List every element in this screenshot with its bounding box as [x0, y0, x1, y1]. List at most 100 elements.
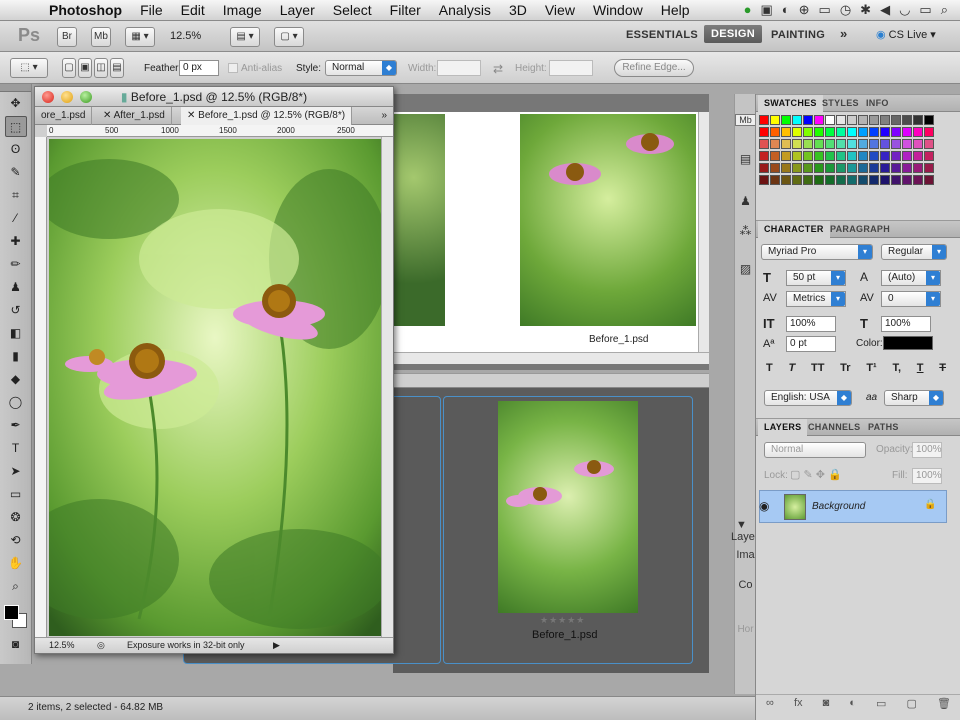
screen-mode-button[interactable]: ▢ ▾: [274, 27, 304, 47]
swatch[interactable]: [902, 151, 912, 161]
zoom-level[interactable]: 12.5%: [170, 30, 201, 42]
swatch[interactable]: [891, 175, 901, 185]
swatch[interactable]: [759, 163, 769, 173]
swatch[interactable]: [847, 151, 857, 161]
history-brush-icon[interactable]: ↺: [5, 300, 27, 321]
tab-overflow-button[interactable]: »: [375, 107, 393, 125]
swatch[interactable]: [869, 151, 879, 161]
rating-stars[interactable]: ★★★★★: [540, 615, 585, 626]
add-selection-button[interactable]: ▣: [78, 58, 92, 78]
swatch[interactable]: [880, 163, 890, 173]
subscript-button[interactable]: T,: [892, 362, 901, 378]
evernote-icon[interactable]: ●: [744, 2, 752, 18]
layer-visibility-eye-icon[interactable]: ◉: [759, 499, 769, 513]
swatch[interactable]: [825, 163, 835, 173]
layer-name[interactable]: Background: [812, 501, 865, 512]
swatch[interactable]: [858, 175, 868, 185]
tab-character[interactable]: CHARACTER: [758, 221, 830, 238]
antialias-method-select[interactable]: Sharp ◆: [884, 390, 944, 406]
font-family-select[interactable]: Myriad Pro ▾: [761, 244, 873, 260]
swatch[interactable]: [825, 175, 835, 185]
swatch[interactable]: [880, 151, 890, 161]
status-zoom[interactable]: 12.5%: [49, 638, 75, 653]
history-panel-icon[interactable]: ▤: [735, 152, 756, 166]
tab-close-icon[interactable]: ✕: [187, 110, 198, 121]
minimize-window-button[interactable]: [61, 91, 73, 103]
3d-rotate-icon[interactable]: ❂: [5, 507, 27, 528]
swatch[interactable]: [836, 127, 846, 137]
menu-window[interactable]: Window: [584, 2, 652, 18]
tool-preset-picker[interactable]: ⬚ ▾: [10, 58, 48, 78]
bridge-button[interactable]: Br: [57, 27, 77, 47]
swatch[interactable]: [891, 115, 901, 125]
adjustment-layer-icon[interactable]: ◐: [849, 697, 856, 712]
swatch[interactable]: [803, 175, 813, 185]
vertical-ruler[interactable]: [35, 137, 47, 637]
arrange-documents-button[interactable]: ▤ ▾: [230, 27, 260, 47]
swatch[interactable]: [869, 175, 879, 185]
status-menu-arrow-icon[interactable]: ▶: [273, 638, 280, 653]
view-extras-button[interactable]: ▦ ▾: [125, 27, 155, 47]
swatch[interactable]: [913, 163, 923, 173]
swatch[interactable]: [781, 151, 791, 161]
rectangular-marquee-icon[interactable]: ⬚: [4, 116, 27, 137]
menu-image[interactable]: Image: [214, 2, 271, 18]
small-caps-button[interactable]: Tr: [840, 362, 850, 378]
tab-layers[interactable]: LAYERS: [758, 419, 808, 436]
brush-panel-icon[interactable]: ⁂: [735, 224, 756, 238]
swatch[interactable]: [781, 115, 791, 125]
swatch[interactable]: [836, 139, 846, 149]
swatch[interactable]: [880, 175, 890, 185]
move-tool-icon[interactable]: ✥: [5, 93, 27, 114]
zoom-icon[interactable]: ⌕: [5, 576, 27, 597]
swatch[interactable]: [924, 175, 934, 185]
swatch[interactable]: [891, 163, 901, 173]
swatch[interactable]: [869, 139, 879, 149]
swatch[interactable]: [814, 175, 824, 185]
spot-healing-icon[interactable]: ✚: [5, 231, 27, 252]
swatch[interactable]: [825, 127, 835, 137]
clone-source-panel-icon[interactable]: ♟: [735, 194, 756, 208]
crop-icon[interactable]: ⌗: [5, 185, 27, 206]
swatch[interactable]: [770, 115, 780, 125]
zoom-window-button[interactable]: [80, 91, 92, 103]
volume-icon[interactable]: ◀: [880, 2, 890, 18]
more-workspaces-button[interactable]: »: [840, 26, 848, 41]
document-title-bar[interactable]: ▮ Before_1.psd @ 12.5% (RGB/8*): [35, 87, 393, 107]
menu-analysis[interactable]: Analysis: [430, 2, 500, 18]
menu-layer[interactable]: Layer: [271, 2, 324, 18]
swatch[interactable]: [814, 151, 824, 161]
faux-bold-button[interactable]: T: [766, 362, 773, 378]
style-select[interactable]: Normal ◆: [325, 60, 397, 76]
swatch[interactable]: [792, 175, 802, 185]
tab-close-icon[interactable]: ✕: [103, 110, 114, 121]
swatch[interactable]: [759, 115, 769, 125]
swatch[interactable]: [847, 139, 857, 149]
swatch[interactable]: [803, 139, 813, 149]
swatch[interactable]: [902, 115, 912, 125]
swatch[interactable]: [902, 139, 912, 149]
spotlight-icon[interactable]: ⌕: [941, 2, 948, 18]
swatch[interactable]: [858, 127, 868, 137]
tracking-select[interactable]: 0 ▾: [881, 291, 941, 307]
layer-style-icon[interactable]: fx: [794, 697, 803, 712]
underline-button[interactable]: T: [917, 362, 924, 378]
swatch[interactable]: [880, 127, 890, 137]
layer-row-background[interactable]: ◉ Background 🔒: [759, 490, 947, 523]
tab-before-1-partial[interactable]: ore_1.psd: [35, 107, 93, 125]
swatch[interactable]: [825, 115, 835, 125]
delete-layer-icon[interactable]: 🗑: [937, 697, 951, 712]
swatch[interactable]: [803, 127, 813, 137]
quick-mask-icon[interactable]: ◙: [5, 634, 27, 655]
swatch[interactable]: [770, 139, 780, 149]
swatch[interactable]: [847, 127, 857, 137]
swatch[interactable]: [891, 127, 901, 137]
time-machine-icon[interactable]: ◷: [840, 2, 851, 18]
swatch[interactable]: [858, 163, 868, 173]
swatch[interactable]: [924, 115, 934, 125]
swatch[interactable]: [836, 163, 846, 173]
swatch[interactable]: [869, 115, 879, 125]
swatch[interactable]: [814, 139, 824, 149]
blur-icon[interactable]: ◆: [5, 369, 27, 390]
tools-panel-grip[interactable]: [0, 84, 31, 92]
